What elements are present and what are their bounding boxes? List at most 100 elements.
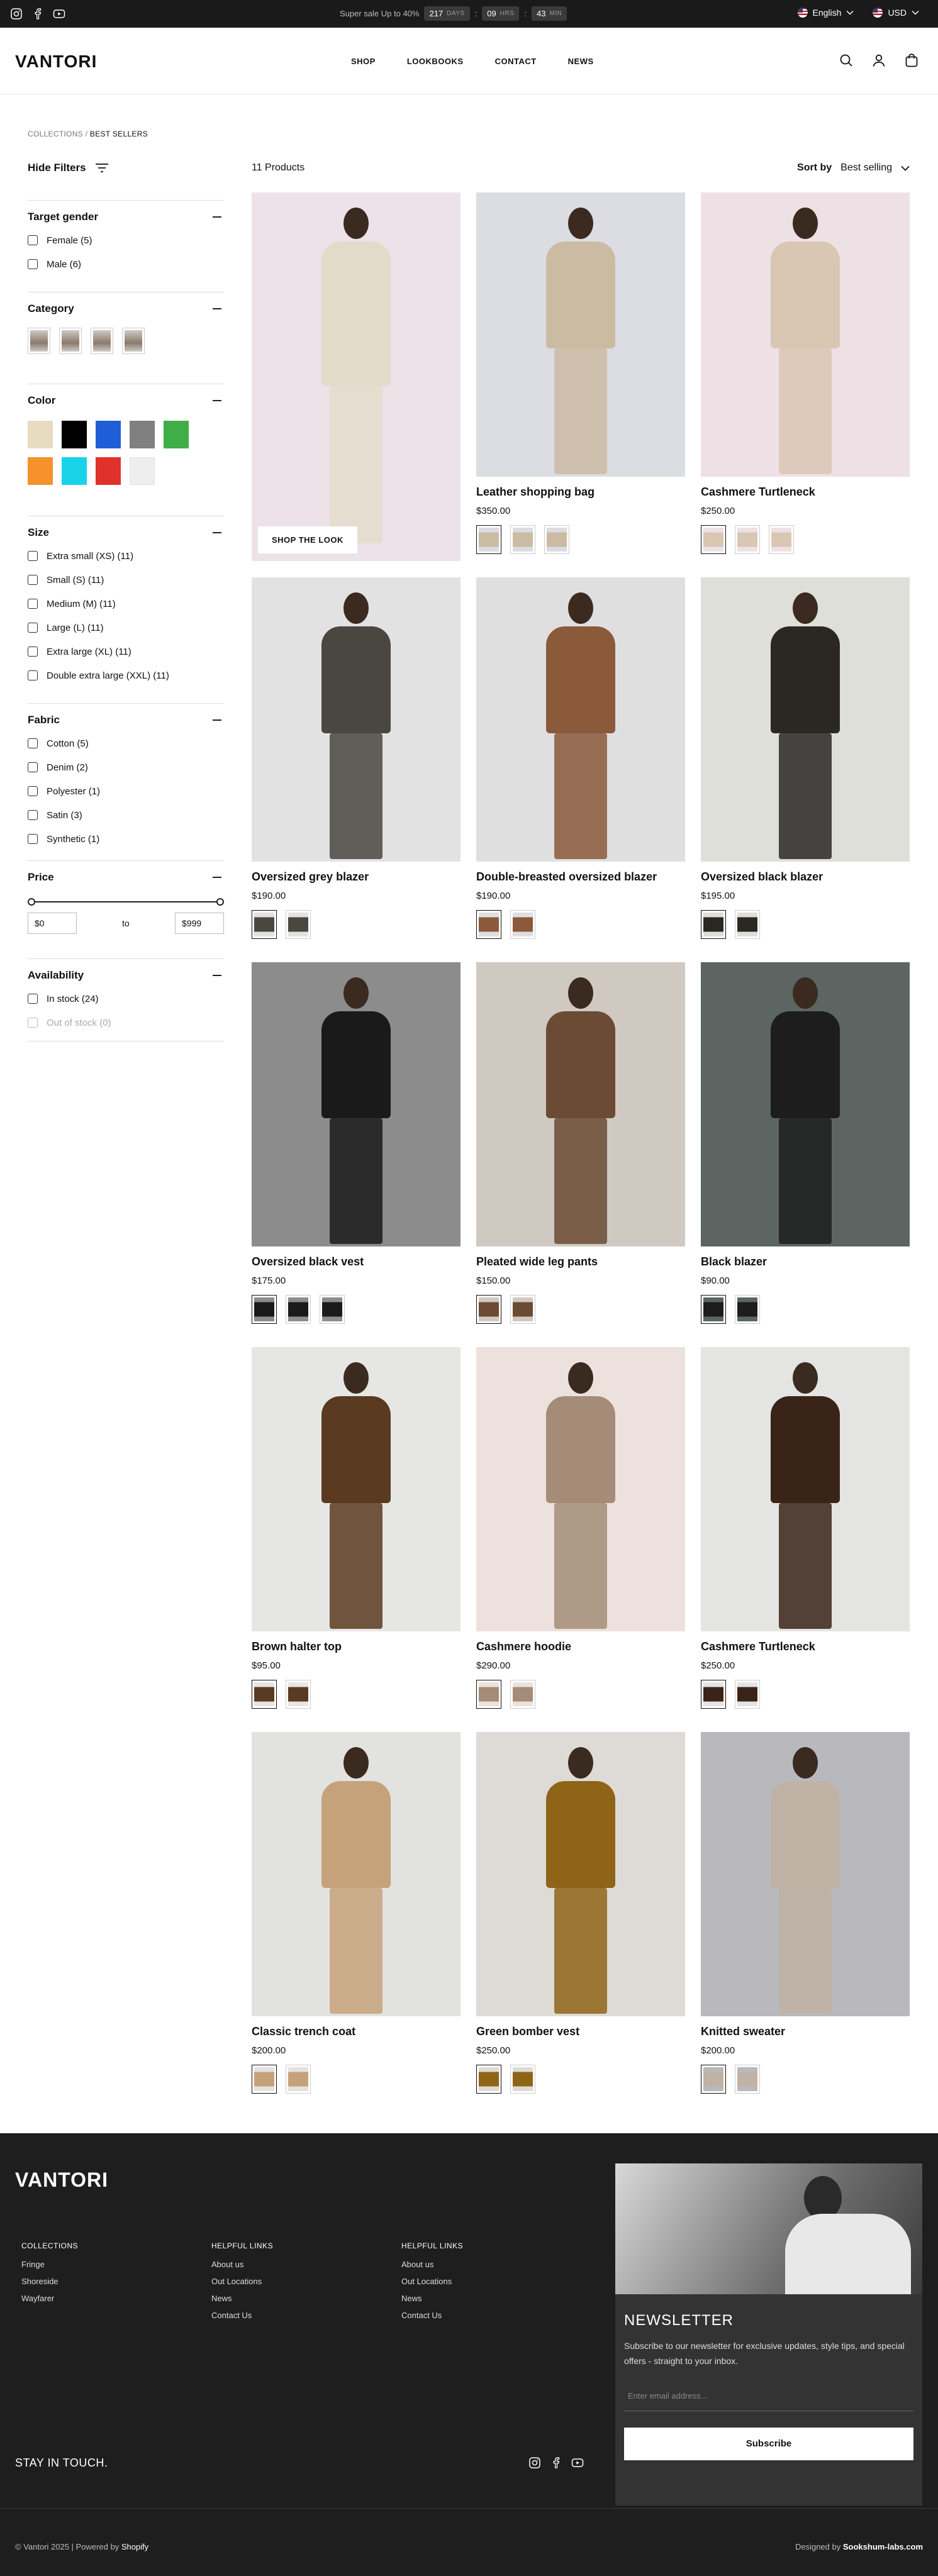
facebook-icon[interactable] bbox=[550, 2457, 562, 2469]
category-swatch[interactable] bbox=[59, 328, 82, 354]
footer-link[interactable]: About us bbox=[401, 2256, 463, 2273]
product-title[interactable]: Oversized grey blazer bbox=[252, 870, 461, 884]
product-card[interactable]: Oversized black blazer $195.00 bbox=[701, 577, 910, 939]
variant-thumbnail[interactable] bbox=[510, 1680, 535, 1709]
filter-option[interactable]: Extra large (XL) (11) bbox=[28, 645, 224, 658]
product-image[interactable] bbox=[476, 1347, 685, 1631]
variant-thumbnail[interactable] bbox=[510, 1295, 535, 1324]
variant-thumbnail[interactable] bbox=[476, 1295, 501, 1324]
variant-thumbnail[interactable] bbox=[286, 1680, 311, 1709]
variant-thumbnail[interactable] bbox=[476, 910, 501, 939]
variant-thumbnail[interactable] bbox=[701, 525, 726, 554]
currency-selector[interactable]: USD bbox=[873, 8, 919, 18]
product-title[interactable]: Pleated wide leg pants bbox=[476, 1255, 685, 1269]
filter-option[interactable]: Satin (3) bbox=[28, 808, 224, 822]
color-swatch[interactable] bbox=[62, 421, 87, 448]
footer-link[interactable]: News bbox=[211, 2290, 273, 2307]
footer-link[interactable]: Out Locations bbox=[401, 2273, 463, 2290]
filter-option[interactable]: Synthetic (1) bbox=[28, 832, 224, 846]
product-title[interactable]: Green bomber vest bbox=[476, 2025, 685, 2039]
footer-link[interactable]: News bbox=[401, 2290, 463, 2307]
product-image[interactable] bbox=[476, 192, 685, 477]
product-image[interactable] bbox=[252, 1347, 461, 1631]
sort-dropdown[interactable]: Sort by Best selling bbox=[797, 162, 910, 174]
color-swatch[interactable] bbox=[96, 457, 121, 485]
filter-option[interactable]: Small (S) (11) bbox=[28, 573, 224, 587]
product-title[interactable]: Knitted sweater bbox=[701, 2025, 910, 2039]
designer-link[interactable]: Sookshum-labs.com bbox=[843, 2542, 923, 2551]
filter-option[interactable]: Medium (M) (11) bbox=[28, 597, 224, 611]
color-swatch[interactable] bbox=[28, 421, 53, 448]
filter-option[interactable]: In stock (24) bbox=[28, 992, 224, 1006]
variant-thumbnail[interactable] bbox=[735, 2065, 760, 2094]
category-swatch[interactable] bbox=[122, 328, 145, 354]
filter-option[interactable]: Extra small (XS) (11) bbox=[28, 549, 224, 563]
nav-contact[interactable]: CONTACT bbox=[495, 57, 537, 66]
price-max-handle[interactable] bbox=[216, 898, 224, 906]
product-image[interactable] bbox=[252, 577, 461, 862]
variant-thumbnail[interactable] bbox=[510, 910, 535, 939]
filter-option[interactable]: Double extra large (XXL) (11) bbox=[28, 669, 224, 682]
variant-thumbnail[interactable] bbox=[544, 525, 569, 554]
youtube-icon[interactable] bbox=[53, 8, 65, 20]
product-card[interactable]: Classic trench coat $200.00 bbox=[252, 1732, 461, 2094]
product-title[interactable]: Double-breasted oversized blazer bbox=[476, 870, 685, 884]
color-swatch[interactable] bbox=[28, 457, 53, 485]
footer-link[interactable]: About us bbox=[211, 2256, 273, 2273]
product-image[interactable] bbox=[701, 1732, 910, 2016]
subscribe-button[interactable]: Subscribe bbox=[624, 2428, 913, 2460]
product-image[interactable] bbox=[701, 577, 910, 862]
facebook-icon[interactable] bbox=[31, 8, 44, 20]
filter-option[interactable]: Polyester (1) bbox=[28, 784, 224, 798]
cart-icon[interactable] bbox=[904, 53, 919, 68]
footer-link[interactable]: Contact Us bbox=[211, 2307, 273, 2324]
product-card[interactable]: Cashmere Turtleneck $250.00 bbox=[701, 192, 910, 554]
color-swatch[interactable] bbox=[164, 421, 189, 448]
filter-category-header[interactable]: Category bbox=[28, 292, 224, 315]
language-selector[interactable]: English bbox=[797, 8, 854, 18]
product-card[interactable]: Knitted sweater $200.00 bbox=[701, 1732, 910, 2094]
product-title[interactable]: Leather shopping bag bbox=[476, 486, 685, 499]
youtube-icon[interactable] bbox=[571, 2457, 584, 2469]
product-title[interactable]: Brown halter top bbox=[252, 1640, 461, 1654]
variant-thumbnail[interactable] bbox=[320, 1295, 345, 1324]
breadcrumb-collections[interactable]: COLLECTIONS bbox=[28, 130, 83, 138]
price-min-input[interactable]: $0 bbox=[28, 913, 77, 934]
variant-thumbnail[interactable] bbox=[476, 1680, 501, 1709]
variant-thumbnail[interactable] bbox=[252, 1295, 277, 1324]
product-image[interactable] bbox=[701, 962, 910, 1246]
variant-thumbnail[interactable] bbox=[735, 910, 760, 939]
product-title[interactable]: Cashmere Turtleneck bbox=[701, 1640, 910, 1654]
product-title[interactable]: Classic trench coat bbox=[252, 2025, 461, 2039]
filter-availability-header[interactable]: Availability bbox=[28, 959, 224, 982]
account-icon[interactable] bbox=[871, 53, 886, 68]
product-card[interactable]: Oversized black vest $175.00 bbox=[252, 962, 461, 1324]
product-card[interactable]: Leather shopping bag $350.00 bbox=[476, 192, 685, 554]
filter-price-header[interactable]: Price bbox=[28, 861, 224, 884]
product-title[interactable]: Black blazer bbox=[701, 1255, 910, 1269]
variant-thumbnail[interactable] bbox=[252, 1680, 277, 1709]
email-field[interactable]: Enter email address... bbox=[624, 2382, 913, 2411]
category-swatch[interactable] bbox=[28, 328, 50, 354]
variant-thumbnail[interactable] bbox=[476, 525, 501, 554]
instagram-icon[interactable] bbox=[10, 8, 23, 20]
product-title[interactable]: Cashmere Turtleneck bbox=[701, 486, 910, 499]
variant-thumbnail[interactable] bbox=[735, 525, 760, 554]
color-swatch[interactable] bbox=[130, 421, 155, 448]
filter-fabric-header[interactable]: Fabric bbox=[28, 704, 224, 726]
product-image[interactable] bbox=[476, 577, 685, 862]
variant-thumbnail[interactable] bbox=[286, 1295, 311, 1324]
filter-option[interactable]: Denim (2) bbox=[28, 760, 224, 774]
filter-option[interactable]: Female (5) bbox=[28, 233, 224, 247]
shop-the-look-button[interactable]: SHOP THE LOOK bbox=[258, 526, 357, 553]
product-card[interactable]: Cashmere hoodie $290.00 bbox=[476, 1347, 685, 1709]
price-range-slider[interactable] bbox=[28, 897, 224, 906]
variant-thumbnail[interactable] bbox=[286, 2065, 311, 2094]
product-card[interactable]: Green bomber vest $250.00 bbox=[476, 1732, 685, 2094]
lookbook-tile[interactable]: SHOP THE LOOK bbox=[252, 192, 461, 561]
footer-link[interactable]: Out Locations bbox=[211, 2273, 273, 2290]
filter-color-header[interactable]: Color bbox=[28, 384, 224, 407]
variant-thumbnail[interactable] bbox=[701, 2065, 726, 2094]
price-min-handle[interactable] bbox=[28, 898, 35, 906]
product-image[interactable] bbox=[701, 192, 910, 477]
